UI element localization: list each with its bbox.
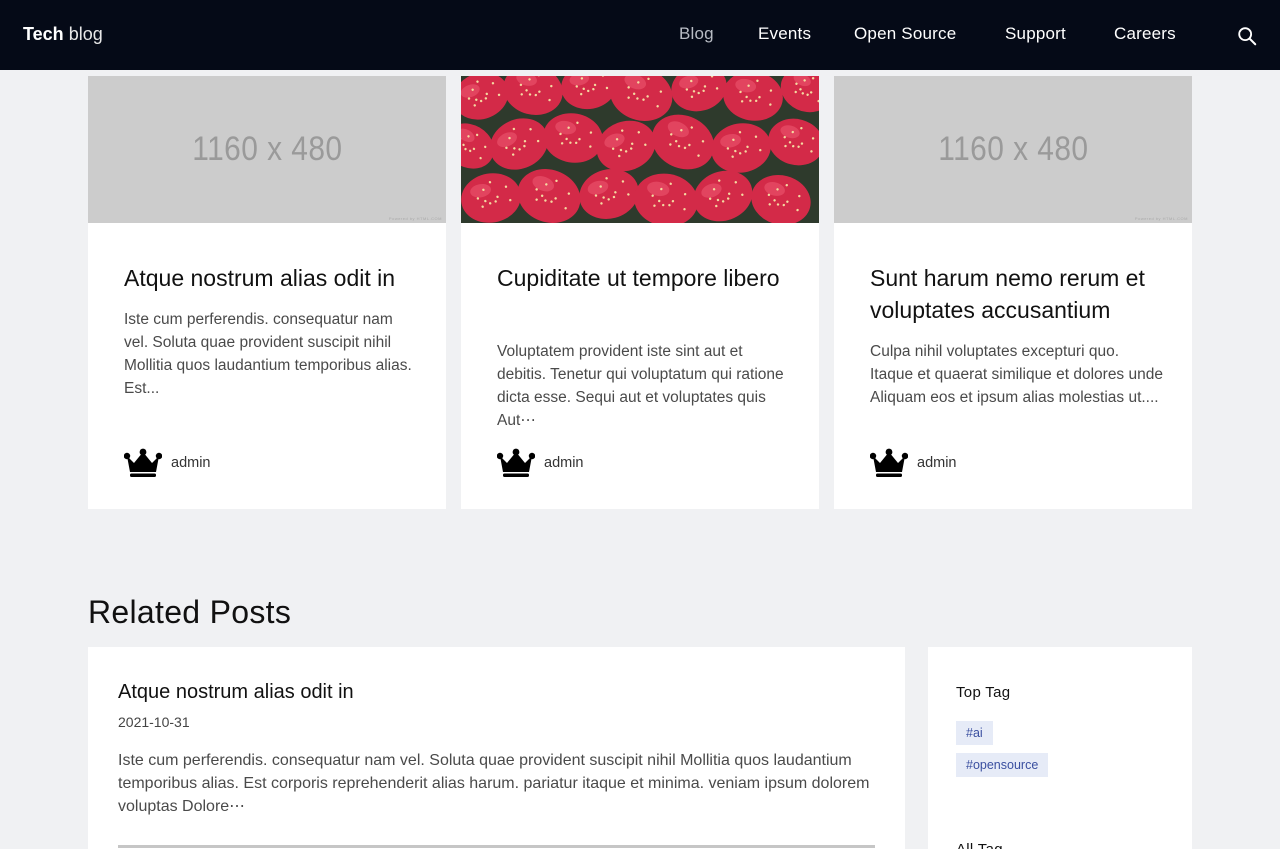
placeholder-size-text: 1160 x 480 [937,130,1089,168]
site-logo[interactable]: Tech blog [23,24,103,45]
related-post-date: 2021-10-31 [118,714,190,730]
card-excerpt: Iste cum perferendis. consequatur nam ve… [124,311,412,397]
top-tag-label: Top Tag [956,684,1011,701]
nav-support[interactable]: Support [1005,24,1066,44]
author-name: admin [917,455,957,471]
post-card[interactable]: 1160 x 480 Powered by HTML.COM Atque nos… [88,76,446,509]
author-name: admin [544,455,584,471]
crown-avatar-icon [870,448,908,477]
nav-careers[interactable]: Careers [1114,24,1176,44]
crown-avatar-icon [124,448,162,477]
nav-open-source[interactable]: Open Source [854,24,956,44]
logo-light-text: blog [68,24,103,44]
post-card[interactable]: 1160 x 480 Powered by HTML.COM Sunt haru… [834,76,1192,509]
card-title[interactable]: Atque nostrum alias odit in [124,262,424,294]
placeholder-image[interactable]: 1160 x 480 Powered by HTML.COM [88,76,446,223]
divider [118,845,875,848]
placeholder-image[interactable]: 1160 x 480 Powered by HTML.COM [834,76,1192,223]
logo-bold-text: Tech [23,24,64,44]
card-excerpt: Culpa nihil voluptates excepturi quo. It… [870,343,1163,406]
strawberries-image [461,76,819,223]
card-author: admin [124,446,211,480]
placeholder-credit: Powered by HTML.COM [1134,216,1188,221]
nav-events[interactable]: Events [758,24,811,44]
author-name: admin [171,455,211,471]
card-excerpt: Voluptatem provident iste sint aut et de… [497,343,784,429]
related-post-excerpt: Iste cum perferendis. consequatur nam ve… [118,752,870,815]
tag-opensource[interactable]: #opensource [956,753,1049,777]
card-author: admin [497,446,584,480]
related-posts-heading: Related Posts [88,594,292,630]
nav-blog[interactable]: Blog [679,24,714,44]
related-post-title[interactable]: Atque nostrum alias odit in [118,681,354,704]
card-author: admin [870,446,957,480]
tag-sidebar: Top Tag #ai #opensource All Tag [928,647,1192,849]
placeholder-credit: Powered by HTML.COM [388,216,442,221]
post-card[interactable]: Cupiditate ut tempore libero Voluptatem … [461,76,819,509]
card-title[interactable]: Cupiditate ut tempore libero [497,262,797,294]
top-navbar: Tech blog Blog Events Open Source Suppor… [0,0,1280,70]
strawberry-photo[interactable] [461,76,819,223]
all-tag-label: All Tag [956,841,1003,849]
card-title[interactable]: Sunt harum nemo rerum et voluptates accu… [870,262,1170,326]
search-icon[interactable] [1236,25,1258,47]
related-post-item[interactable]: Atque nostrum alias odit in 2021-10-31 I… [88,647,905,849]
crown-avatar-icon [497,448,535,477]
tag-ai[interactable]: #ai [956,721,993,745]
placeholder-size-text: 1160 x 480 [191,130,343,168]
